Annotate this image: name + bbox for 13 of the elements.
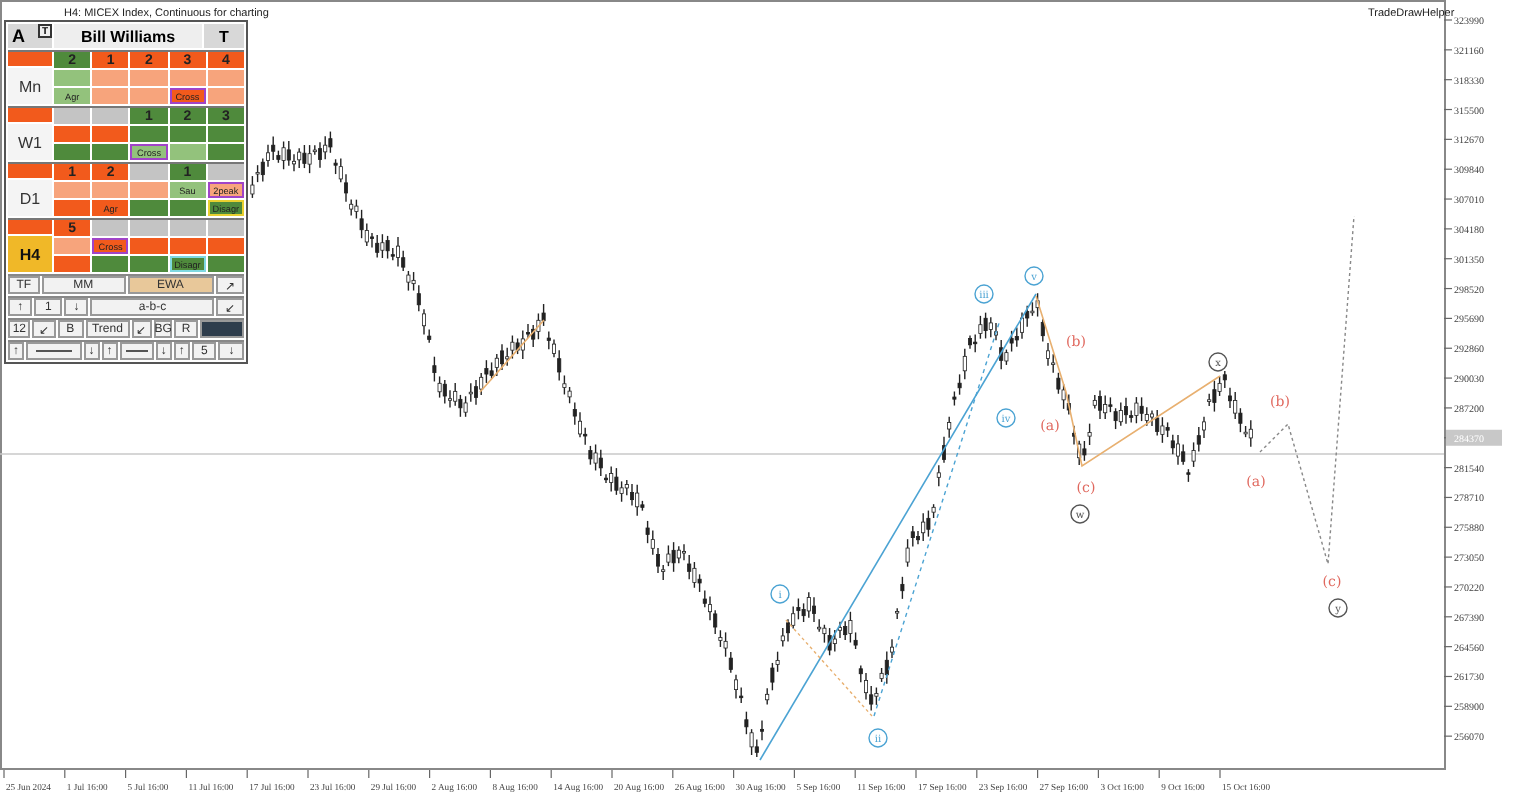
timeframe-stripe [8,108,52,122]
panel-t-button[interactable]: T [204,24,244,48]
color-swatch[interactable] [199,320,244,338]
timeframe-stripe [8,220,52,234]
panel-title: Bill Williams [54,24,202,48]
timeframe-label[interactable]: W1 [8,124,52,160]
line-style-button[interactable] [119,342,154,360]
timeframe-label[interactable]: D1 [8,180,52,216]
timeframe-label[interactable]: H4 [8,236,52,272]
timeframe-stripe [8,164,52,178]
timeframe-label[interactable]: Mn [8,68,52,104]
line-style-button[interactable] [26,342,82,360]
timeframe-stripe [8,52,52,66]
